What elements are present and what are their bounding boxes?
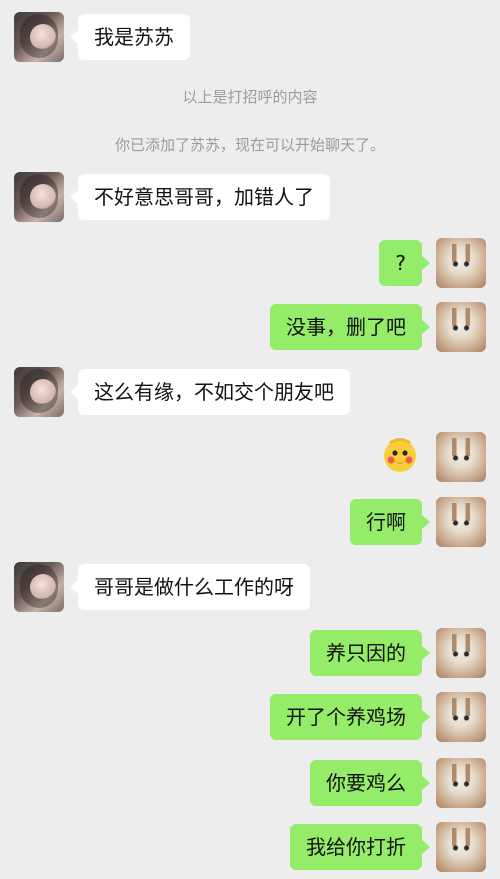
outgoing-message-bubble[interactable]: 没事，删了吧: [270, 304, 430, 350]
message-row: 哥哥是做什么工作的呀: [0, 562, 500, 614]
avatar-cat-eyes: [450, 844, 472, 852]
contact-avatar[interactable]: [14, 562, 64, 612]
message-row: 我给你打折: [0, 822, 500, 874]
contact-avatar[interactable]: [14, 367, 64, 417]
message-row: 养只因的: [0, 628, 500, 680]
outgoing-message-bubble[interactable]: ?: [379, 240, 430, 286]
self-avatar[interactable]: [436, 238, 486, 288]
avatar-face: [30, 574, 56, 600]
message-row: 行啊: [0, 497, 500, 549]
avatar-cat-eyes: [450, 714, 472, 722]
duck-blush-left: [387, 456, 395, 464]
message-row: [0, 432, 500, 484]
outgoing-message-bubble[interactable]: 你要鸡么: [310, 760, 430, 806]
avatar-cat-eyes: [450, 260, 472, 268]
outgoing-message-bubble[interactable]: 开了个养鸡场: [270, 694, 430, 740]
outgoing-message-bubble[interactable]: 养只因的: [310, 630, 430, 676]
avatar-cat-eyes: [450, 454, 472, 462]
self-avatar[interactable]: [436, 302, 486, 352]
incoming-message-bubble[interactable]: 不好意思哥哥，加错人了: [70, 174, 330, 220]
avatar-cat-eyes: [450, 780, 472, 788]
self-avatar[interactable]: [436, 628, 486, 678]
duck-sticker-icon[interactable]: [380, 436, 420, 476]
message-row: 不好意思哥哥，加错人了: [0, 172, 500, 224]
incoming-message-bubble[interactable]: 我是苏苏: [70, 14, 190, 60]
avatar-face: [30, 379, 56, 405]
duck-blush-right: [405, 456, 413, 464]
self-avatar[interactable]: [436, 432, 486, 482]
system-message: 你已添加了苏苏，现在可以开始聊天了。: [114, 136, 385, 154]
avatar-face: [30, 184, 56, 210]
contact-avatar[interactable]: [14, 12, 64, 62]
contact-avatar[interactable]: [14, 172, 64, 222]
self-avatar[interactable]: [436, 822, 486, 872]
message-row: ?: [0, 238, 500, 290]
outgoing-message-bubble[interactable]: 行啊: [350, 499, 430, 545]
avatar-cat-eyes: [450, 650, 472, 658]
self-avatar[interactable]: [436, 497, 486, 547]
outgoing-message-bubble[interactable]: 我给你打折: [290, 824, 430, 870]
incoming-message-bubble[interactable]: 这么有缘，不如交个朋友吧: [70, 369, 350, 415]
duck-head: [384, 440, 416, 472]
duck-eye-left: [392, 450, 398, 456]
message-row: 这么有缘，不如交个朋友吧: [0, 367, 500, 419]
message-row: 我是苏苏: [0, 12, 500, 64]
self-avatar[interactable]: [436, 758, 486, 808]
message-row: 没事，删了吧: [0, 302, 500, 354]
avatar-cat-eyes: [450, 324, 472, 332]
message-row: 开了个养鸡场: [0, 692, 500, 744]
avatar-face: [30, 24, 56, 50]
duck-eye-right: [402, 450, 408, 456]
message-row: 你要鸡么: [0, 758, 500, 810]
chat-thread[interactable]: 我是苏苏 以上是打招呼的内容 你已添加了苏苏，现在可以开始聊天了。 不好意思哥哥…: [0, 0, 500, 879]
system-message: 以上是打招呼的内容: [182, 88, 318, 106]
incoming-message-bubble[interactable]: 哥哥是做什么工作的呀: [70, 564, 310, 610]
avatar-cat-eyes: [450, 519, 472, 527]
self-avatar[interactable]: [436, 692, 486, 742]
